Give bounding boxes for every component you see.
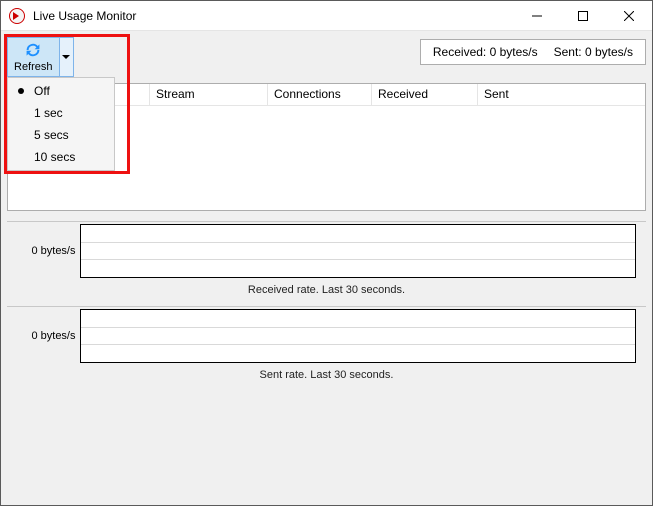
refresh-control: Refresh Off 1 sec 5 secs 10 secs [7, 37, 74, 77]
col-stream[interactable]: Stream [150, 84, 268, 105]
refresh-button[interactable]: Refresh [8, 38, 59, 76]
client-area: Refresh Off 1 sec 5 secs 10 secs Receive… [1, 31, 652, 505]
rate-summary: Received: 0 bytes/s Sent: 0 bytes/s [420, 39, 646, 65]
refresh-menu-item-5secs[interactable]: 5 secs [10, 124, 112, 146]
maximize-icon [578, 11, 588, 21]
sent-rate-label: Sent: 0 bytes/s [554, 45, 633, 59]
app-window: Live Usage Monitor Ref [0, 0, 653, 506]
divider [7, 221, 646, 222]
refresh-dropdown-toggle[interactable] [59, 38, 73, 76]
refresh-split-button[interactable]: Refresh [7, 37, 74, 77]
received-chart-caption: Received rate. Last 30 seconds. [248, 284, 405, 296]
maximize-button[interactable] [560, 1, 606, 30]
refresh-label: Refresh [14, 61, 53, 73]
chevron-down-icon [62, 53, 70, 61]
window-title: Live Usage Monitor [33, 9, 136, 23]
received-rate-label: Received: 0 bytes/s [433, 45, 538, 59]
window-controls [514, 1, 652, 30]
titlebar[interactable]: Live Usage Monitor [1, 1, 652, 31]
col-received[interactable]: Received [372, 84, 478, 105]
received-chart-block: 0 bytes/s Received rate. Last 30 seconds… [7, 224, 646, 296]
refresh-menu-item-off[interactable]: Off [10, 80, 112, 102]
refresh-menu-item-1sec[interactable]: 1 sec [10, 102, 112, 124]
toolbar: Refresh Off 1 sec 5 secs 10 secs Receive… [7, 37, 646, 77]
close-button[interactable] [606, 1, 652, 30]
minimize-icon [532, 11, 542, 21]
refresh-icon [23, 42, 43, 61]
close-icon [624, 11, 634, 21]
col-connections[interactable]: Connections [268, 84, 372, 105]
sent-chart-block: 0 bytes/s Sent rate. Last 30 seconds. [7, 309, 646, 381]
sent-chart-caption: Sent rate. Last 30 seconds. [260, 369, 394, 381]
received-chart [80, 224, 636, 278]
divider [7, 306, 646, 307]
refresh-menu: Off 1 sec 5 secs 10 secs [7, 77, 115, 171]
minimize-button[interactable] [514, 1, 560, 30]
sent-chart [80, 309, 636, 363]
col-sent[interactable]: Sent [478, 84, 645, 105]
received-chart-ylabel: 0 bytes/s [18, 245, 78, 257]
app-icon [9, 8, 25, 24]
sent-chart-ylabel: 0 bytes/s [18, 330, 78, 342]
refresh-menu-item-10secs[interactable]: 10 secs [10, 146, 112, 168]
